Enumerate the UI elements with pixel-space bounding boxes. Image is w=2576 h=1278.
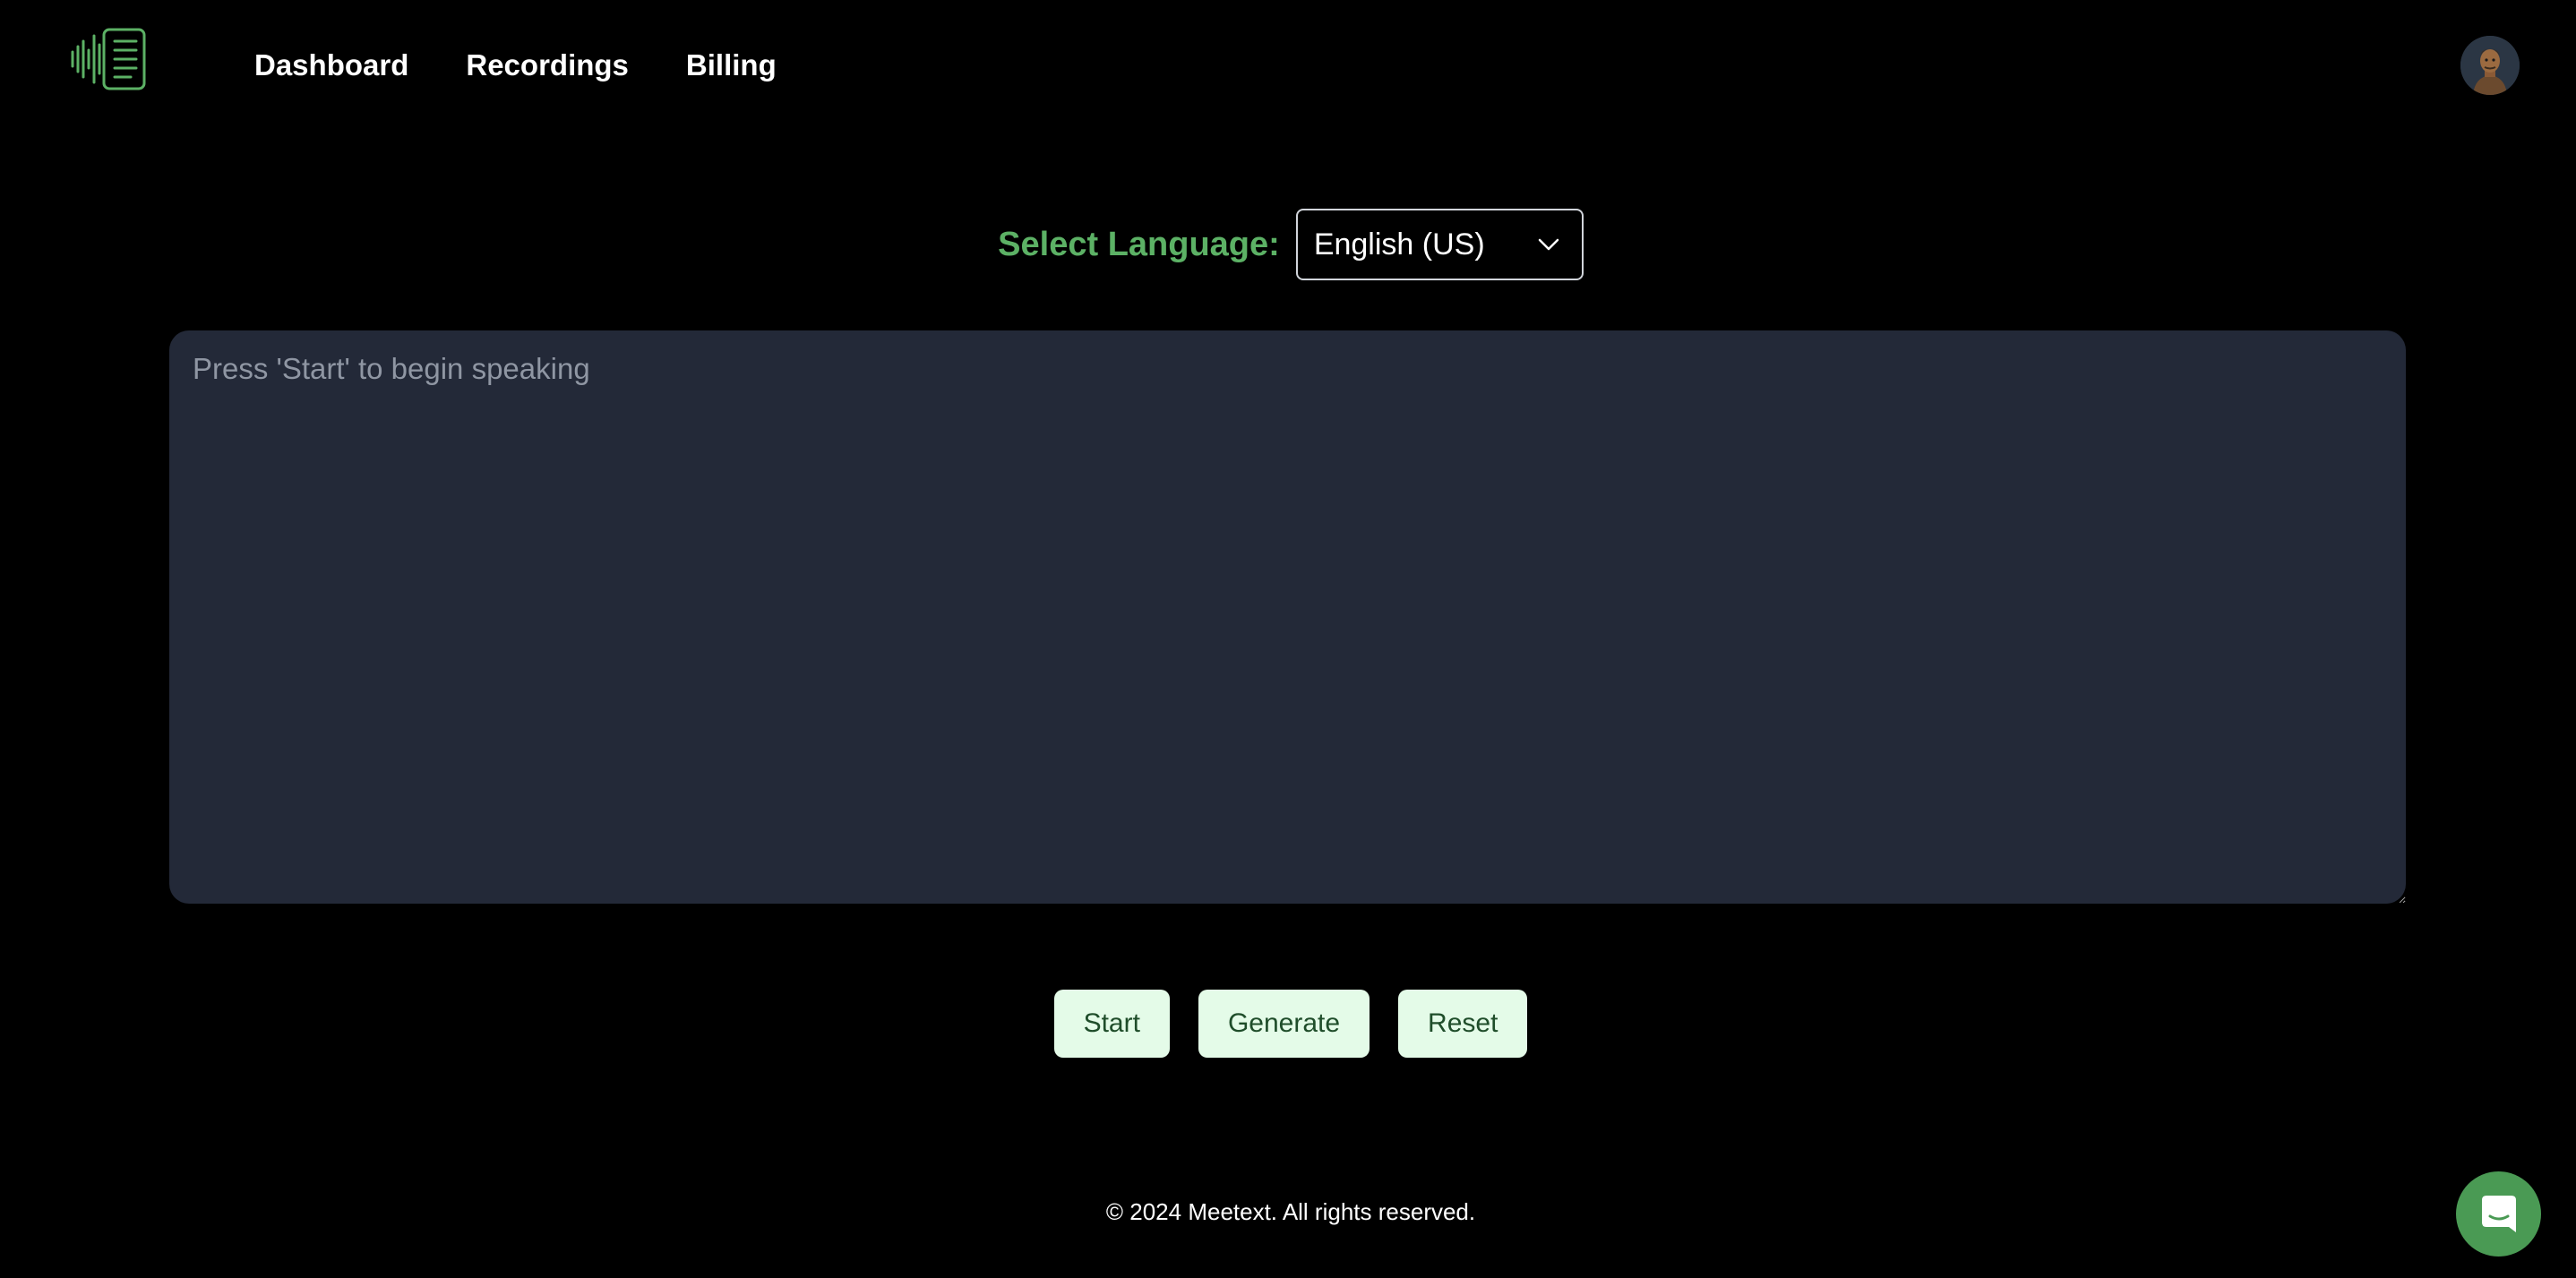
chat-icon [2481, 1195, 2516, 1232]
nav-link-recordings[interactable]: Recordings [466, 45, 629, 86]
language-selector-row: Select Language: English (US) [0, 208, 2576, 281]
footer-copyright: © 2024 Meetext. All rights reserved. [1105, 1198, 1476, 1225]
waveform-document-icon[interactable] [70, 27, 147, 91]
main-nav: Dashboard Recordings Billing [254, 45, 777, 86]
top-navbar: Dashboard Recordings Billing [0, 0, 2576, 131]
generate-button[interactable]: Generate [1198, 990, 1370, 1058]
nav-link-billing[interactable]: Billing [686, 45, 777, 86]
start-button[interactable]: Start [1053, 990, 1170, 1058]
language-label: Select Language: [998, 225, 1280, 263]
chevron-down-icon [1538, 238, 1559, 251]
action-buttons: Start Generate Reset [0, 990, 2576, 1058]
user-avatar[interactable] [2460, 36, 2520, 95]
page: Dashboard Recordings Billing Select Lang… [0, 0, 2576, 1278]
language-selected-value: English (US) [1313, 227, 1485, 262]
chat-launcher-button[interactable] [2456, 1171, 2541, 1257]
transcript-textarea[interactable] [169, 330, 2406, 904]
language-select[interactable]: English (US) [1295, 209, 1584, 280]
reset-button[interactable]: Reset [1398, 990, 1528, 1058]
nav-link-dashboard[interactable]: Dashboard [254, 45, 408, 86]
